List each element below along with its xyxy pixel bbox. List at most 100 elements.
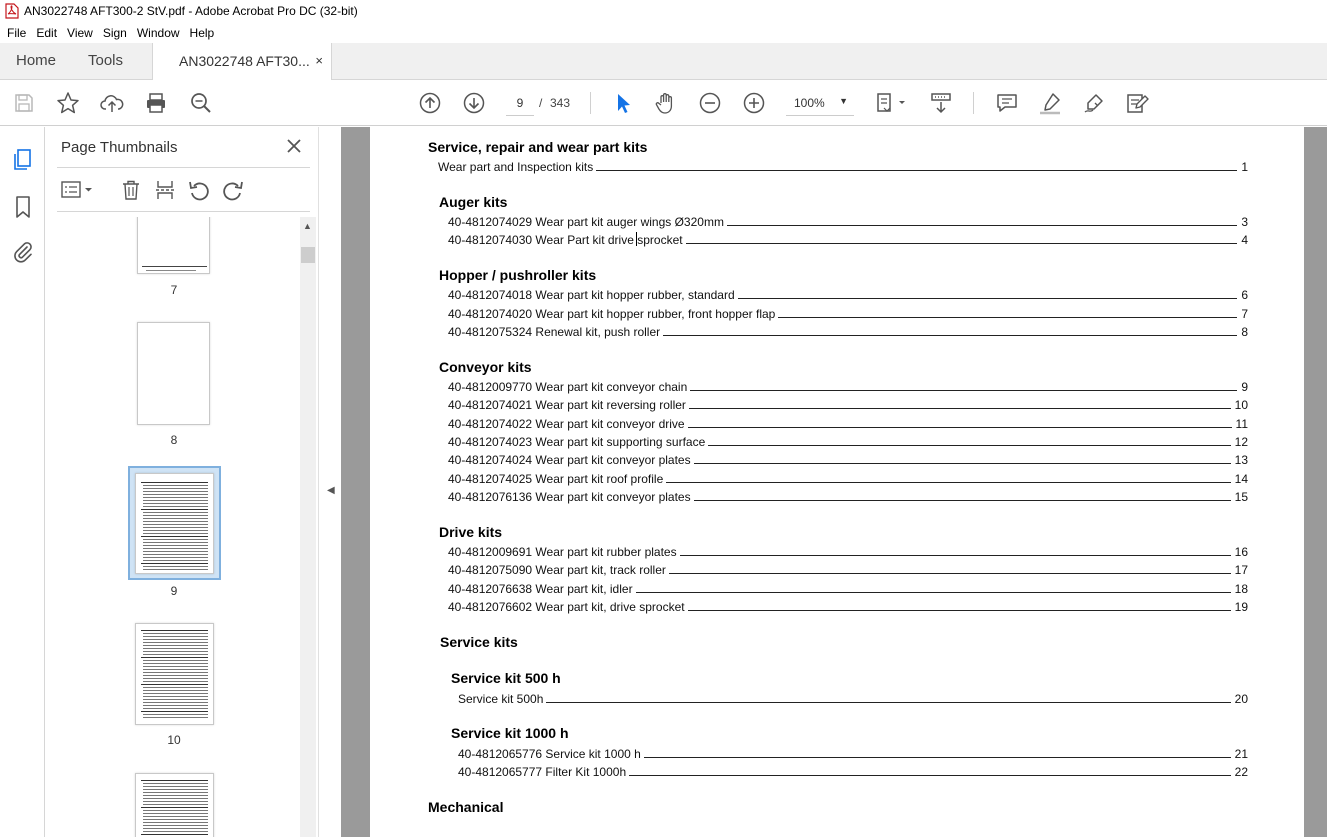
- rotate-left-icon[interactable]: [186, 178, 212, 202]
- delete-page-icon[interactable]: [118, 178, 144, 202]
- zoom-out-icon[interactable]: [697, 90, 723, 116]
- toc-entry[interactable]: 40-4812074029 Wear part kit auger wings …: [448, 213, 1248, 229]
- menu-window[interactable]: Window: [132, 26, 185, 40]
- thumbnail-text-line: [143, 491, 208, 492]
- thumbnail-page-8[interactable]: [137, 322, 210, 425]
- star-icon[interactable]: [55, 90, 81, 116]
- thumbnail-text-line: [143, 636, 208, 637]
- toc-entry[interactable]: 40-4812076602 Wear part kit, drive sproc…: [448, 598, 1248, 614]
- highlight-icon[interactable]: [1037, 90, 1063, 116]
- toc-entry[interactable]: 40-4812074018 Wear part kit hopper rubbe…: [448, 286, 1248, 302]
- thumbnail-text-line: [143, 654, 208, 655]
- scroll-mode-icon[interactable]: [928, 90, 954, 116]
- page-thumbnails-icon[interactable]: [11, 148, 35, 172]
- toc-entry[interactable]: 40-4812075090 Wear part kit, track rolle…: [448, 561, 1248, 577]
- collapse-panel-icon[interactable]: ◀: [327, 485, 335, 496]
- thumbnail-text-line: [143, 675, 208, 676]
- thumbnail-page-11[interactable]: [135, 773, 214, 837]
- toc-entry[interactable]: 40-4812065776 Service kit 1000 h 21: [458, 745, 1248, 761]
- menu-view[interactable]: View: [62, 26, 98, 40]
- attachments-icon[interactable]: [11, 240, 35, 264]
- thumbnail-text-line: [143, 798, 208, 799]
- page-fit-icon[interactable]: [874, 90, 910, 116]
- toc-entry[interactable]: 40-4812074025 Wear part kit roof profile…: [448, 470, 1248, 486]
- find-icon[interactable]: [188, 90, 214, 116]
- toc-entry[interactable]: Service kit 500h 20: [458, 690, 1248, 706]
- scroll-up-icon[interactable]: ▲: [303, 221, 312, 231]
- bookmarks-icon[interactable]: [11, 195, 35, 219]
- print-icon[interactable]: [143, 90, 169, 116]
- toc-leader: [635, 592, 1231, 593]
- toc-entry[interactable]: 40-4812074021 Wear part kit reversing ro…: [448, 396, 1248, 412]
- thumbnail-options-icon[interactable]: [59, 178, 97, 202]
- tab-tools[interactable]: Tools: [88, 43, 123, 79]
- page-number-input[interactable]: [506, 90, 534, 116]
- toc-entry[interactable]: 40-4812076638 Wear part kit, idler 18: [448, 580, 1248, 596]
- split-page-icon[interactable]: [152, 178, 178, 202]
- toc-entry[interactable]: 40-4812065777 Filter Kit 1000h 22: [458, 763, 1248, 779]
- toc-entry[interactable]: 40-4812075324 Renewal kit, push roller 8: [448, 323, 1248, 339]
- tab-home[interactable]: Home: [16, 43, 56, 79]
- toc-entry[interactable]: 40-4812076136 Wear part kit conveyor pla…: [448, 488, 1248, 504]
- toc-entry-page: 14: [1234, 472, 1248, 486]
- thumbnail-label: 8: [170, 433, 178, 447]
- thumbnail-page-10[interactable]: [135, 623, 214, 725]
- toc-entry-page: 7: [1241, 307, 1248, 321]
- draw-icon[interactable]: [1081, 90, 1107, 116]
- zoom-in-icon[interactable]: [741, 90, 767, 116]
- rotate-right-icon[interactable]: [220, 178, 246, 202]
- thumbnail-scrollbar[interactable]: ▲: [300, 217, 316, 837]
- toc-entry[interactable]: 40-4812009691 Wear part kit rubber plate…: [448, 543, 1248, 559]
- toc-entry-text: Wear part and Inspection kits: [438, 160, 594, 174]
- toc-entry[interactable]: Wear part and Inspection kits 1: [438, 158, 1248, 174]
- toc-subsection-heading: Service kit 500 h: [451, 670, 561, 686]
- thumbnail-text-line: [143, 560, 208, 561]
- tab-document[interactable]: AN3022748 AFT30... ×: [152, 43, 332, 80]
- document-view[interactable]: Service, repair and wear part kits Wear …: [341, 127, 1327, 837]
- toc-subsection-heading: Service kit 1000 h: [451, 725, 569, 741]
- toc-entry[interactable]: 40-4812009770 Wear part kit conveyor cha…: [448, 378, 1248, 394]
- thumbnail-text-line: [143, 678, 208, 679]
- toc-entry-page: 13: [1234, 453, 1248, 467]
- thumbnail-page-7[interactable]: [137, 217, 210, 274]
- thumbnail-page-9[interactable]: [135, 473, 214, 574]
- thumbnail-text-line: [143, 804, 208, 805]
- toc-entry[interactable]: 40-4812074030 Wear Part kit drive sprock…: [448, 231, 1248, 247]
- upload-icon[interactable]: [99, 90, 125, 116]
- toc-entry[interactable]: 40-4812074024 Wear part kit conveyor pla…: [448, 451, 1248, 467]
- toc-entry-page: 19: [1234, 600, 1248, 614]
- toc-entry[interactable]: 40-4812074022 Wear part kit conveyor dri…: [448, 415, 1248, 431]
- toc-entry[interactable]: 40-4812074020 Wear part kit hopper rubbe…: [448, 305, 1248, 321]
- close-tab-icon[interactable]: ×: [315, 43, 323, 79]
- comment-icon[interactable]: [994, 90, 1020, 116]
- thumbnail-text-line: [143, 648, 208, 649]
- toc-leader: [629, 775, 1231, 776]
- close-icon[interactable]: [285, 137, 303, 155]
- panel-divider: [57, 211, 310, 212]
- thumbnail-text-line: [146, 270, 196, 271]
- menu-file[interactable]: File: [2, 26, 31, 40]
- toc-entry-text: 40-4812076136 Wear part kit conveyor pla…: [448, 490, 691, 504]
- hand-icon[interactable]: [653, 90, 679, 116]
- toc-entry-text: 40-4812074030 Wear Part kit drive sprock…: [448, 233, 683, 247]
- toc-entry[interactable]: 40-4812074023 Wear part kit supporting s…: [448, 433, 1248, 449]
- fill-sign-icon[interactable]: [1125, 90, 1151, 116]
- thumbnail-text-line: [143, 488, 208, 489]
- menu-help[interactable]: Help: [185, 26, 220, 40]
- thumbnail-text-line: [143, 660, 208, 661]
- thumbnail-text-line: [143, 672, 208, 673]
- save-icon[interactable]: [11, 90, 37, 116]
- zoom-dropdown[interactable]: 100% ▼: [786, 90, 854, 116]
- thumbnail-text-line: [143, 521, 208, 522]
- toc-entry-page: 12: [1234, 435, 1248, 449]
- menu-sign[interactable]: Sign: [98, 26, 132, 40]
- scrollbar-thumb[interactable]: [301, 247, 315, 263]
- menu-edit[interactable]: Edit: [31, 26, 62, 40]
- page-down-icon[interactable]: [461, 90, 487, 116]
- thumbnail-text-line: [143, 566, 208, 567]
- toc-leader: [687, 427, 1232, 428]
- select-cursor-icon[interactable]: [609, 90, 635, 116]
- page-up-icon[interactable]: [417, 90, 443, 116]
- title-bar: AN3022748 AFT300-2 StV.pdf - Adobe Acrob…: [0, 0, 1327, 22]
- thumbnail-text-line: [143, 497, 208, 498]
